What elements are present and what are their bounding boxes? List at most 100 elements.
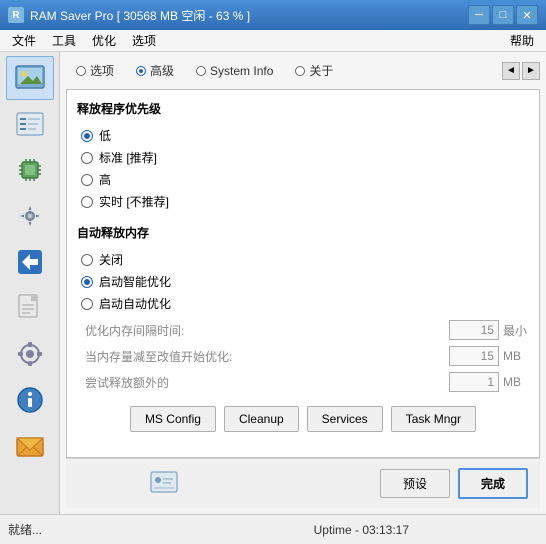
form-row-threshold: 当内存量减至改值开始优化: MB	[77, 346, 529, 366]
tab-advanced-radio	[136, 66, 146, 76]
menu-file[interactable]: 文件	[4, 30, 44, 51]
auto-release-section: 自动释放内存 关闭 启动智能优化 启动自动优化	[77, 224, 529, 392]
tab-options[interactable]: 选项	[66, 58, 124, 83]
interval-input[interactable]	[449, 320, 499, 340]
menu-tools[interactable]: 工具	[44, 30, 84, 51]
sidebar-item-1[interactable]	[6, 56, 54, 100]
auto-release-smart-label: 启动智能优化	[99, 273, 171, 290]
extra-input[interactable]	[449, 372, 499, 392]
menu-options[interactable]: 选项	[124, 30, 164, 51]
sidebar-item-8[interactable]	[6, 378, 54, 422]
sidebar-item-2[interactable]	[6, 102, 54, 146]
extra-label: 尝试释放额外的	[85, 374, 449, 391]
tab-advanced[interactable]: 高级	[126, 58, 184, 83]
bottom-settings-icon	[148, 466, 180, 501]
interval-unit: 最小	[499, 322, 529, 339]
window-controls: ─ □ ✕	[468, 5, 538, 25]
main-layout: 选项 高级 System Info 关于 ◄ ► 释放程序优先级	[0, 52, 546, 514]
services-button[interactable]: Services	[307, 406, 383, 432]
minimize-button[interactable]: ─	[468, 5, 490, 25]
threshold-label: 当内存量减至改值开始优化:	[85, 348, 449, 365]
auto-release-auto[interactable]: 启动自动优化	[81, 295, 529, 312]
auto-release-off-radio[interactable]	[81, 254, 93, 266]
task-mngr-button[interactable]: Task Mngr	[391, 406, 476, 432]
tab-about[interactable]: 关于	[285, 58, 343, 83]
sidebar-icon-1	[14, 62, 46, 94]
priority-realtime-radio[interactable]	[81, 196, 93, 208]
priority-low-radio[interactable]	[81, 130, 93, 142]
action-buttons: MS Config Cleanup Services Task Mngr	[77, 406, 529, 432]
priority-high-radio[interactable]	[81, 174, 93, 186]
priority-low[interactable]: 低	[81, 127, 529, 144]
content-area: 选项 高级 System Info 关于 ◄ ► 释放程序优先级	[60, 52, 546, 514]
auto-release-smart[interactable]: 启动智能优化	[81, 273, 529, 290]
sidebar-item-5[interactable]	[6, 240, 54, 284]
tab-next-button[interactable]: ►	[522, 62, 540, 80]
tab-about-radio	[295, 66, 305, 76]
auto-release-off[interactable]: 关闭	[81, 251, 529, 268]
auto-release-off-label: 关闭	[99, 251, 123, 268]
sidebar-item-9[interactable]	[6, 424, 54, 468]
sidebar	[0, 52, 60, 514]
sidebar-item-4[interactable]	[6, 194, 54, 238]
tab-prev-button[interactable]: ◄	[502, 62, 520, 80]
priority-standard-radio[interactable]	[81, 152, 93, 164]
priority-low-label: 低	[99, 127, 111, 144]
sidebar-icon-7	[14, 338, 46, 370]
tab-sysinfo-radio	[196, 66, 206, 76]
sidebar-item-6[interactable]	[6, 286, 54, 330]
form-row-extra: 尝试释放额外的 MB	[77, 372, 529, 392]
sidebar-icon-9	[14, 430, 46, 462]
sidebar-icon-8	[14, 384, 46, 416]
sidebar-item-3[interactable]	[6, 148, 54, 192]
priority-high[interactable]: 高	[81, 171, 529, 188]
sidebar-icon-4	[14, 200, 46, 232]
done-button[interactable]: 完成	[458, 468, 528, 499]
priority-realtime-label: 实时 [不推荐]	[99, 193, 169, 210]
status-ready: 就绪...	[8, 521, 185, 538]
priority-standard-label: 标准 [推荐]	[99, 149, 157, 166]
close-button[interactable]: ✕	[516, 5, 538, 25]
auto-release-title: 自动释放内存	[77, 224, 529, 243]
priority-realtime[interactable]: 实时 [不推荐]	[81, 193, 529, 210]
extra-unit: MB	[499, 375, 529, 389]
status-uptime: Uptime - 03:13:17	[185, 523, 538, 537]
form-row-interval: 优化内存间隔时间: 最小	[77, 320, 529, 340]
ms-config-button[interactable]: MS Config	[130, 406, 216, 432]
priority-high-label: 高	[99, 171, 111, 188]
sidebar-icon-3	[14, 154, 46, 186]
tab-about-label: 关于	[309, 62, 333, 79]
maximize-button[interactable]: □	[492, 5, 514, 25]
menu-bar: 文件 工具 优化 选项 帮助	[0, 30, 546, 52]
bottom-icon-svg	[148, 466, 180, 498]
priority-radio-group: 低 标准 [推荐] 高 实时 [不推荐]	[77, 127, 529, 210]
auto-release-smart-radio[interactable]	[81, 276, 93, 288]
menu-help[interactable]: 帮助	[502, 30, 542, 51]
threshold-unit: MB	[499, 349, 529, 363]
menu-optimize[interactable]: 优化	[84, 30, 124, 51]
sidebar-icon-5	[14, 246, 46, 278]
tab-sysinfo[interactable]: System Info	[186, 60, 283, 82]
bottom-area: 预设 完成	[66, 458, 540, 508]
threshold-input[interactable]	[449, 346, 499, 366]
window-title: RAM Saver Pro [ 30568 MB 空闲 - 63 % ]	[30, 7, 468, 24]
priority-title: 释放程序优先级	[77, 100, 529, 119]
sidebar-icon-6	[14, 292, 46, 324]
title-bar: R RAM Saver Pro [ 30568 MB 空闲 - 63 % ] ─…	[0, 0, 546, 30]
auto-release-radio-group: 关闭 启动智能优化 启动自动优化	[77, 251, 529, 312]
interval-label: 优化内存间隔时间:	[85, 322, 449, 339]
sidebar-item-7[interactable]	[6, 332, 54, 376]
tab-advanced-label: 高级	[150, 62, 174, 79]
priority-standard[interactable]: 标准 [推荐]	[81, 149, 529, 166]
preset-button[interactable]: 预设	[380, 469, 450, 498]
tab-options-radio	[76, 66, 86, 76]
auto-release-auto-label: 启动自动优化	[99, 295, 171, 312]
app-icon: R	[8, 7, 24, 23]
tab-options-label: 选项	[90, 62, 114, 79]
auto-release-auto-radio[interactable]	[81, 298, 93, 310]
status-bar: 就绪... Uptime - 03:13:17	[0, 514, 546, 544]
sidebar-icon-2	[14, 108, 46, 140]
settings-panel: 释放程序优先级 低 标准 [推荐] 高	[66, 89, 540, 458]
tab-navigation: ◄ ►	[502, 62, 540, 80]
cleanup-button[interactable]: Cleanup	[224, 406, 299, 432]
